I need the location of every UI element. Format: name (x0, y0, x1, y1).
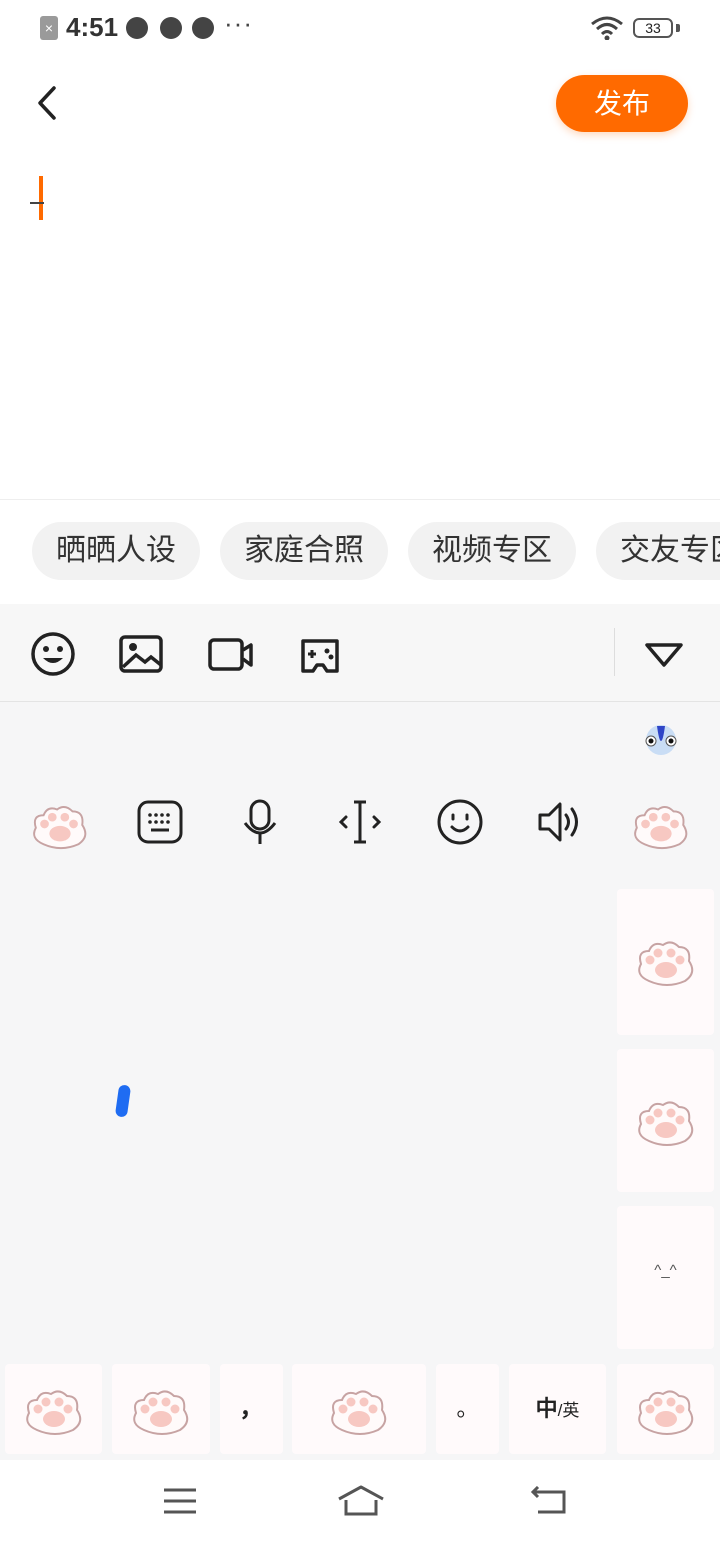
tag-item[interactable]: 晒晒人设 (32, 522, 200, 580)
sim-off-icon: × (40, 16, 58, 40)
back-icon[interactable] (530, 1486, 568, 1516)
status-time: 4:51 (66, 12, 119, 42)
key-comma[interactable]: ， (220, 1364, 283, 1454)
cursor-icon[interactable] (336, 798, 384, 846)
key-paw[interactable] (112, 1364, 210, 1454)
compose-toolbar (0, 604, 720, 702)
topic-tags: 晒晒人设 家庭合照 视频专区 交友专区 (0, 500, 720, 604)
chevron-left-icon[interactable] (30, 84, 70, 124)
post-text-input[interactable] (0, 150, 720, 490)
home-icon[interactable] (336, 1484, 386, 1518)
more-notifications-icon: ··· (224, 8, 253, 38)
wifi-icon (591, 16, 623, 40)
handwriting-area[interactable] (0, 882, 612, 1352)
lang-main-label: 中 (535, 1396, 558, 1421)
ime-keyboard: ^_^ ， 。 中/英 (0, 702, 720, 1460)
side-key-paw[interactable] (617, 889, 714, 1035)
text-caret (39, 176, 43, 220)
play-icon (192, 17, 214, 39)
tag-item[interactable]: 家庭合照 (220, 522, 388, 580)
speed-icon (160, 17, 182, 39)
key-paw[interactable] (5, 1364, 102, 1454)
tag-item[interactable]: 视频专区 (408, 522, 576, 580)
key-space-paw[interactable] (292, 1364, 426, 1454)
side-key-emoticon[interactable]: ^_^ (617, 1206, 714, 1349)
paw-icon (19, 1378, 89, 1438)
battery-icon: 33 (633, 18, 673, 38)
status-bar: × 4:51 ··· 33 (0, 0, 720, 58)
collapse-triangle-icon[interactable] (641, 631, 687, 677)
paw-icon (631, 929, 701, 989)
lang-sub-label: /英 (557, 1401, 580, 1420)
emoticon-label: ^_^ (654, 1262, 677, 1279)
key-period[interactable]: 。 (436, 1364, 499, 1454)
tag-item[interactable]: 交友专区 (596, 522, 720, 580)
paw-icon[interactable] (627, 794, 695, 852)
voice-icon (126, 17, 148, 39)
game-icon[interactable] (297, 631, 343, 677)
image-icon[interactable] (118, 631, 164, 677)
keyboard-icon[interactable] (136, 798, 184, 846)
paw-icon[interactable] (26, 794, 94, 852)
menu-icon[interactable] (162, 1486, 198, 1516)
battery-cap (676, 24, 680, 32)
ime-mascot-icon[interactable] (642, 720, 680, 758)
smile-icon[interactable] (436, 798, 484, 846)
paw-icon (324, 1378, 394, 1438)
caret-handle (30, 202, 44, 204)
paw-icon (631, 1089, 701, 1149)
speaker-icon[interactable] (536, 798, 584, 846)
publish-button[interactable]: 发布 (556, 75, 688, 132)
emoji-icon[interactable] (30, 631, 76, 677)
key-lang-switch[interactable]: 中/英 (509, 1364, 606, 1454)
side-key-paw[interactable] (617, 1049, 714, 1192)
system-nav-bar (0, 1460, 720, 1544)
microphone-icon[interactable] (236, 798, 284, 846)
toolbar-separator (614, 628, 615, 676)
paw-icon (631, 1378, 701, 1438)
video-icon[interactable] (207, 631, 253, 677)
key-paw[interactable] (617, 1364, 714, 1454)
paw-icon (126, 1378, 196, 1438)
